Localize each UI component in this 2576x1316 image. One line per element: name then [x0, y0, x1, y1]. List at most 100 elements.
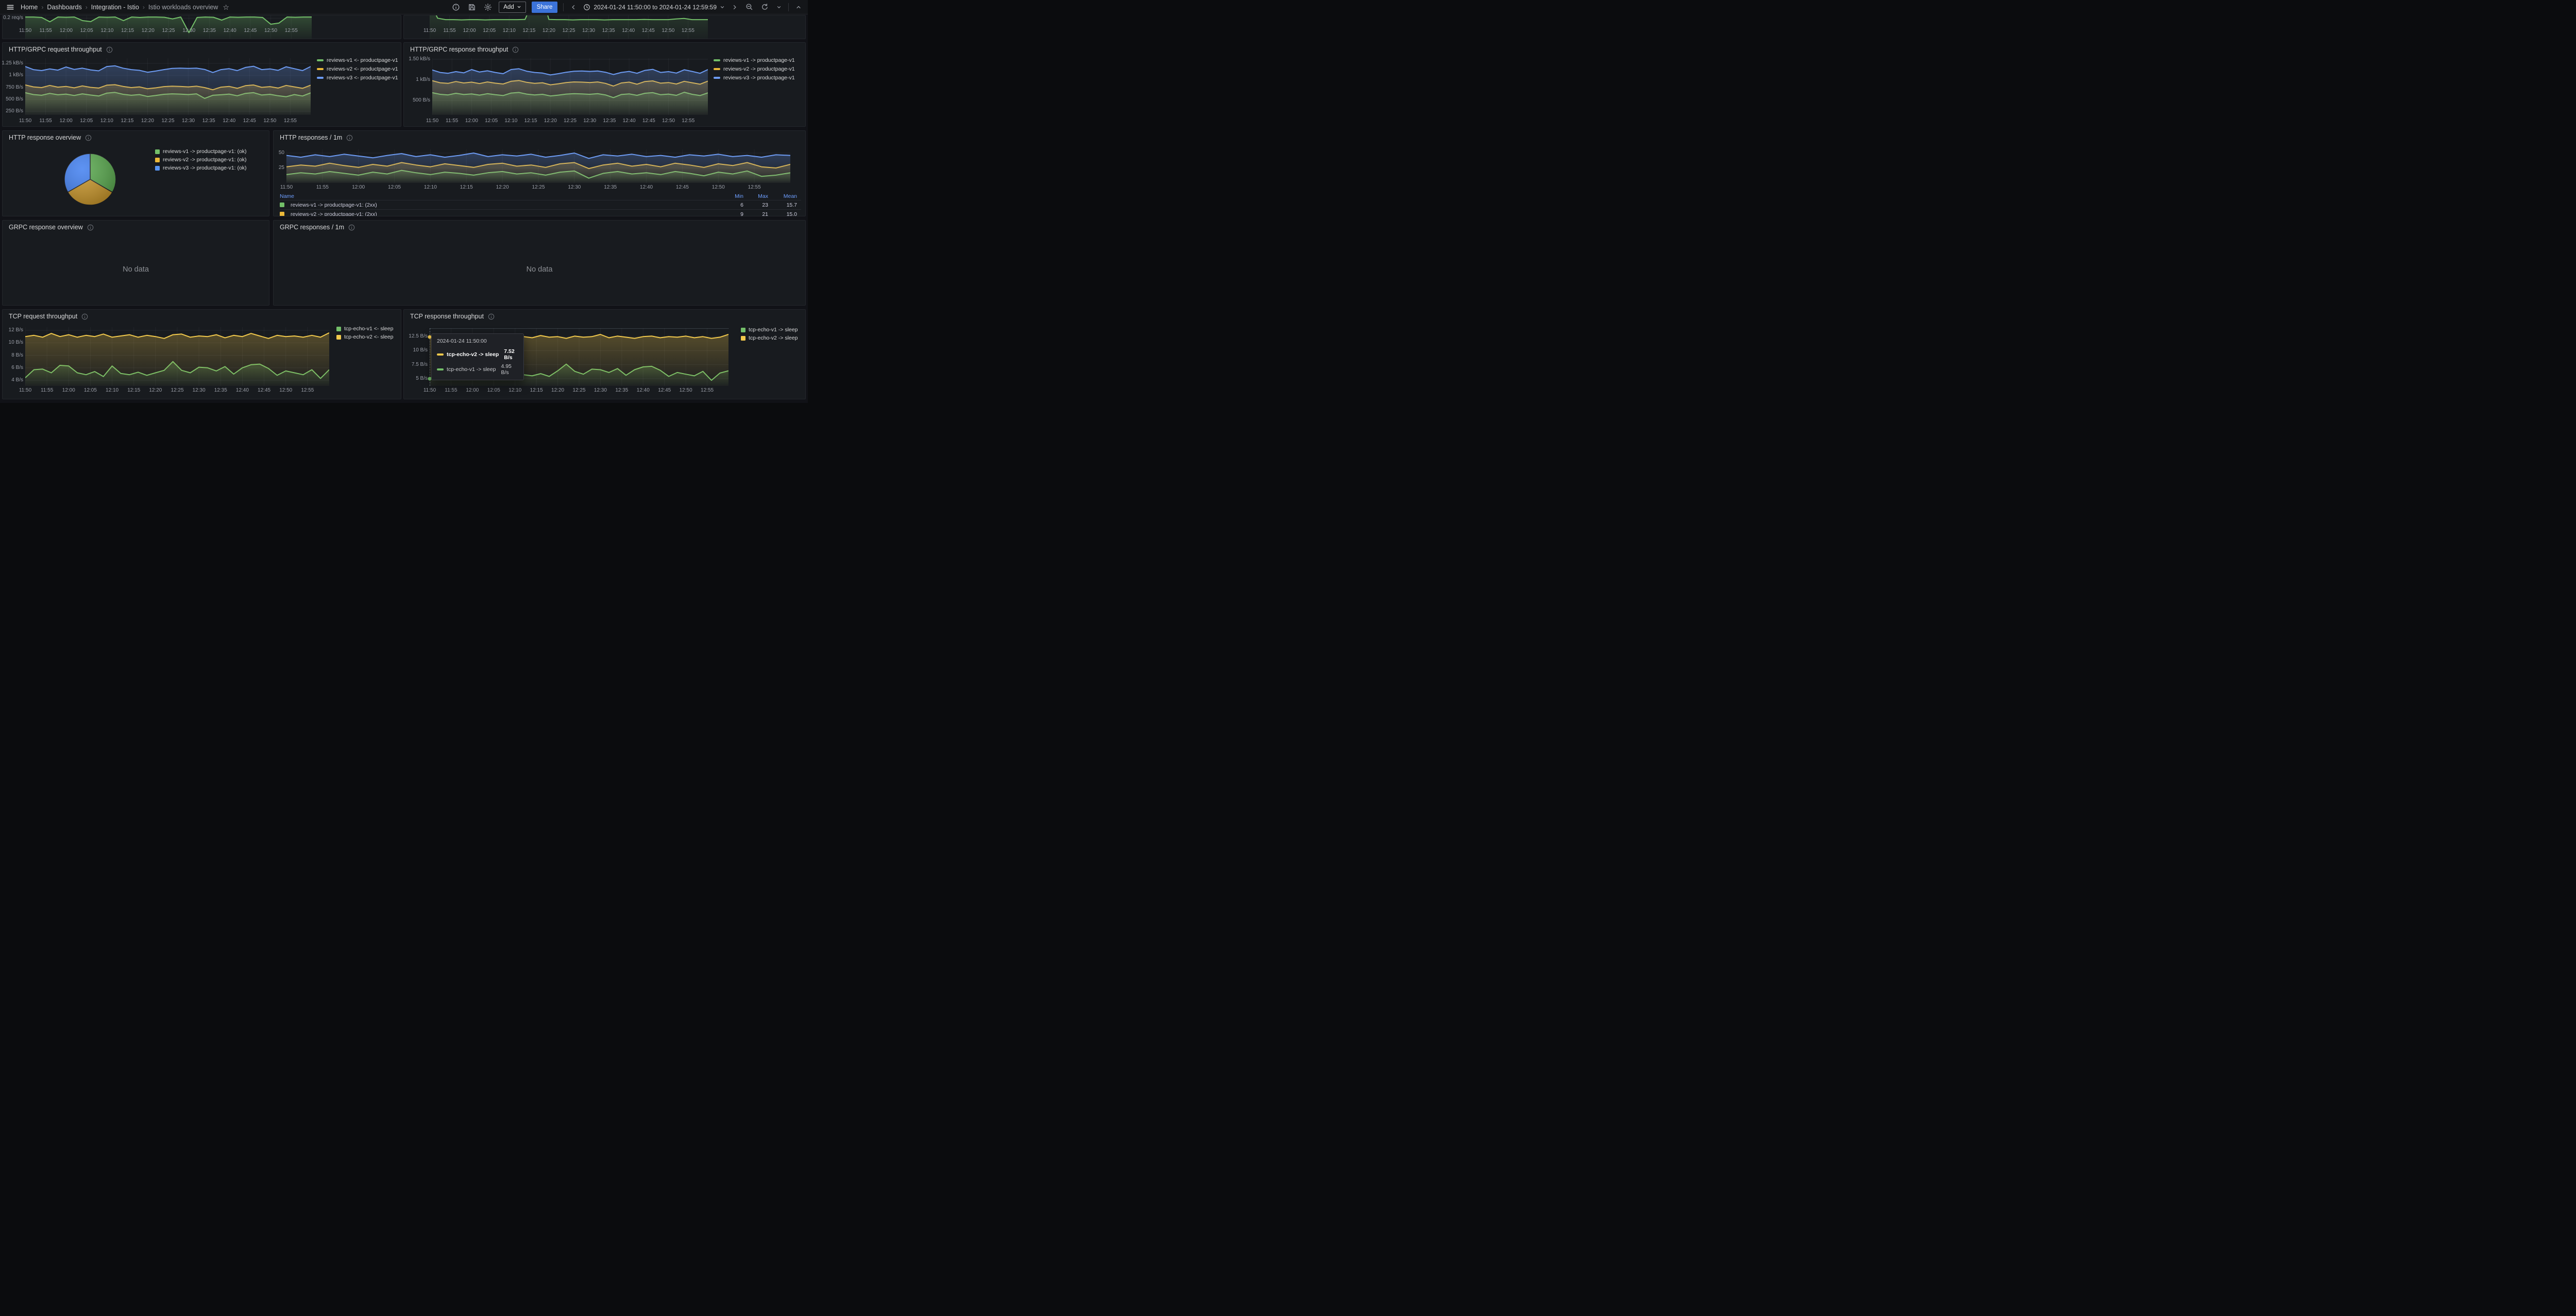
- breadcrumb: Home›Dashboards›Integration - Istio›Isti…: [21, 4, 218, 11]
- info-icon[interactable]: [346, 134, 353, 141]
- time-shift-forward-button[interactable]: [731, 3, 739, 11]
- breadcrumb-item[interactable]: Integration - Istio: [91, 4, 139, 11]
- x-tick-label: 12:50: [259, 118, 281, 124]
- column-header[interactable]: Name: [280, 193, 719, 199]
- save-icon: [468, 3, 476, 11]
- column-header[interactable]: Min: [719, 193, 743, 199]
- tooltip-series-label: tcp-echo-v1 -> sleep: [447, 366, 496, 373]
- info-icon[interactable]: [85, 134, 92, 141]
- legend-item[interactable]: reviews-v1 -> productpage-v1: (ok): [155, 148, 247, 155]
- x-tick-label: 12:15: [525, 387, 548, 393]
- time-shift-back-button[interactable]: [569, 3, 578, 11]
- legend-item[interactable]: tcp-echo-v2 <- sleep: [336, 334, 393, 340]
- x-tick-label: 12:40: [218, 118, 241, 124]
- x-tick-label: 12:30: [578, 28, 600, 33]
- chevron-down-icon: [776, 5, 782, 10]
- legend-item[interactable]: tcp-echo-v1 <- sleep: [336, 326, 393, 332]
- dashboard-settings-button[interactable]: [483, 2, 493, 12]
- plot-canvas[interactable]: [286, 149, 790, 183]
- plot-canvas[interactable]: [25, 327, 329, 386]
- menu-toggle-button[interactable]: [5, 2, 15, 12]
- add-button[interactable]: Add: [499, 2, 526, 13]
- y-tick-label: 250 B/s: [2, 108, 23, 114]
- column-header[interactable]: Max: [743, 193, 768, 199]
- x-tick-label: 12:50: [707, 184, 730, 190]
- x-tick-label: 12:00: [458, 28, 481, 33]
- time-series-chart[interactable]: 0.2 req/s11:5011:5512:0012:0512:1012:151…: [3, 15, 401, 39]
- info-icon[interactable]: [348, 224, 355, 231]
- legend-item[interactable]: reviews-v1 <- productpage-v1: [317, 57, 398, 63]
- legend-label: reviews-v2 -> productpage-v1: [723, 66, 795, 72]
- tooltip-timestamp: 2024-01-24 11:50:00: [437, 338, 518, 344]
- dashboard-info-button[interactable]: [451, 2, 461, 12]
- breadcrumb-item[interactable]: Dashboards: [47, 4, 81, 11]
- table-row[interactable]: reviews-v2 -> productpage-v1: (2xx)92115…: [280, 209, 801, 216]
- info-icon[interactable]: [512, 46, 519, 53]
- panel-header[interactable]: HTTP/GRPC response throughput: [404, 43, 805, 56]
- panel-http-response-overview: HTTP response overview reviews-v1 -> pro…: [2, 130, 269, 216]
- table-row[interactable]: reviews-v1 -> productpage-v1: (2xx)62315…: [280, 200, 801, 209]
- x-tick-label: 11:55: [438, 28, 461, 33]
- x-tick-label: 12:55: [677, 118, 700, 124]
- legend-item[interactable]: reviews-v3 <- productpage-v1: [317, 75, 398, 81]
- info-icon[interactable]: [488, 313, 495, 320]
- collapse-nav-button[interactable]: [794, 3, 803, 11]
- panel-header[interactable]: HTTP responses / 1m: [274, 131, 805, 144]
- panel-title: GRPC response overview: [9, 224, 83, 231]
- zoom-out-time-button[interactable]: [744, 2, 754, 12]
- breadcrumb-item[interactable]: Istio workloads overview: [148, 4, 218, 11]
- info-icon[interactable]: [81, 313, 88, 320]
- legend-item[interactable]: tcp-echo-v2 -> sleep: [741, 335, 798, 341]
- legend-item[interactable]: reviews-v1 -> productpage-v1: [714, 57, 795, 63]
- legend-item[interactable]: reviews-v2 -> productpage-v1: [714, 66, 795, 72]
- plot-canvas[interactable]: [432, 58, 708, 115]
- chart-legend: reviews-v1 -> productpage-v1 reviews-v2 -…: [714, 57, 795, 83]
- info-icon[interactable]: [87, 224, 94, 231]
- legend-table: NameMinMaxMeanreviews-v1 -> productpage-…: [280, 192, 801, 216]
- legend-item[interactable]: reviews-v3 -> productpage-v1: [714, 75, 795, 81]
- column-header[interactable]: Mean: [768, 193, 801, 199]
- plot-canvas[interactable]: [430, 15, 708, 39]
- x-tick-label: 12:40: [231, 387, 253, 393]
- chevron-down-icon: [517, 5, 521, 9]
- panel-header[interactable]: HTTP/GRPC request throughput: [3, 43, 401, 56]
- panel-header[interactable]: HTTP response overview: [3, 131, 269, 144]
- legend-item[interactable]: reviews-v3 -> productpage-v1: (ok): [155, 165, 247, 171]
- panel-header[interactable]: GRPC response overview: [3, 221, 269, 234]
- panel-header[interactable]: TCP response throughput: [404, 310, 805, 323]
- x-tick-label: 12:55: [743, 184, 766, 190]
- cell-max: 23: [743, 202, 768, 208]
- panel-request-rate-partial-right[interactable]: 11:5011:5512:0012:0512:1012:1512:2012:25…: [403, 15, 806, 39]
- panel-grpc-response-overview: GRPC response overview No data: [2, 220, 269, 306]
- x-tick-label: 12:10: [101, 387, 124, 393]
- breadcrumb-item[interactable]: Home: [21, 4, 38, 11]
- y-tick-label: 1 kB/s: [2, 72, 23, 78]
- plot-canvas[interactable]: [25, 15, 312, 39]
- x-tick-label: 12:40: [632, 387, 654, 393]
- series-swatch: [155, 166, 160, 171]
- refresh-interval-dropdown[interactable]: [775, 4, 783, 11]
- legend-item[interactable]: tcp-echo-v1 -> sleep: [741, 327, 798, 333]
- x-tick-label: 12:05: [482, 387, 505, 393]
- x-tick-label: 12:35: [197, 118, 220, 124]
- share-button[interactable]: Share: [532, 2, 558, 13]
- save-dashboard-button[interactable]: [467, 2, 477, 12]
- tooltip-row: tcp-echo-v1 -> sleep4.95 B/s: [437, 363, 518, 376]
- legend-item[interactable]: reviews-v2 -> productpage-v1: (ok): [155, 157, 247, 163]
- series-swatch: [336, 335, 341, 340]
- refresh-button[interactable]: [760, 2, 770, 12]
- favorite-star-icon[interactable]: ☆: [223, 4, 229, 11]
- panel-http-grpc-request-throughput: HTTP/GRPC request throughput 1.25 kB/s1 …: [2, 42, 401, 127]
- info-icon[interactable]: [106, 46, 113, 53]
- chart-legend: reviews-v1 <- productpage-v1 reviews-v2 <…: [317, 57, 398, 83]
- panel-header[interactable]: TCP request throughput: [3, 310, 401, 323]
- panel-request-rate-partial[interactable]: 0.2 req/s11:5011:5512:0012:0512:1012:151…: [2, 15, 401, 39]
- chart-tooltip: 2024-01-24 11:50:00 tcp-echo-v2 -> sleep…: [431, 333, 524, 380]
- x-tick-label: 12:30: [177, 118, 200, 124]
- series-swatch: [317, 68, 324, 70]
- time-series-chart[interactable]: 11:5011:5512:0012:0512:1012:1512:2012:25…: [404, 15, 805, 39]
- legend-item[interactable]: reviews-v2 <- productpage-v1: [317, 66, 398, 72]
- panel-header[interactable]: GRPC responses / 1m: [274, 221, 805, 234]
- time-range-picker[interactable]: 2024-01-24 11:50:00 to 2024-01-24 12:59:…: [583, 4, 725, 11]
- plot-canvas[interactable]: [25, 58, 311, 115]
